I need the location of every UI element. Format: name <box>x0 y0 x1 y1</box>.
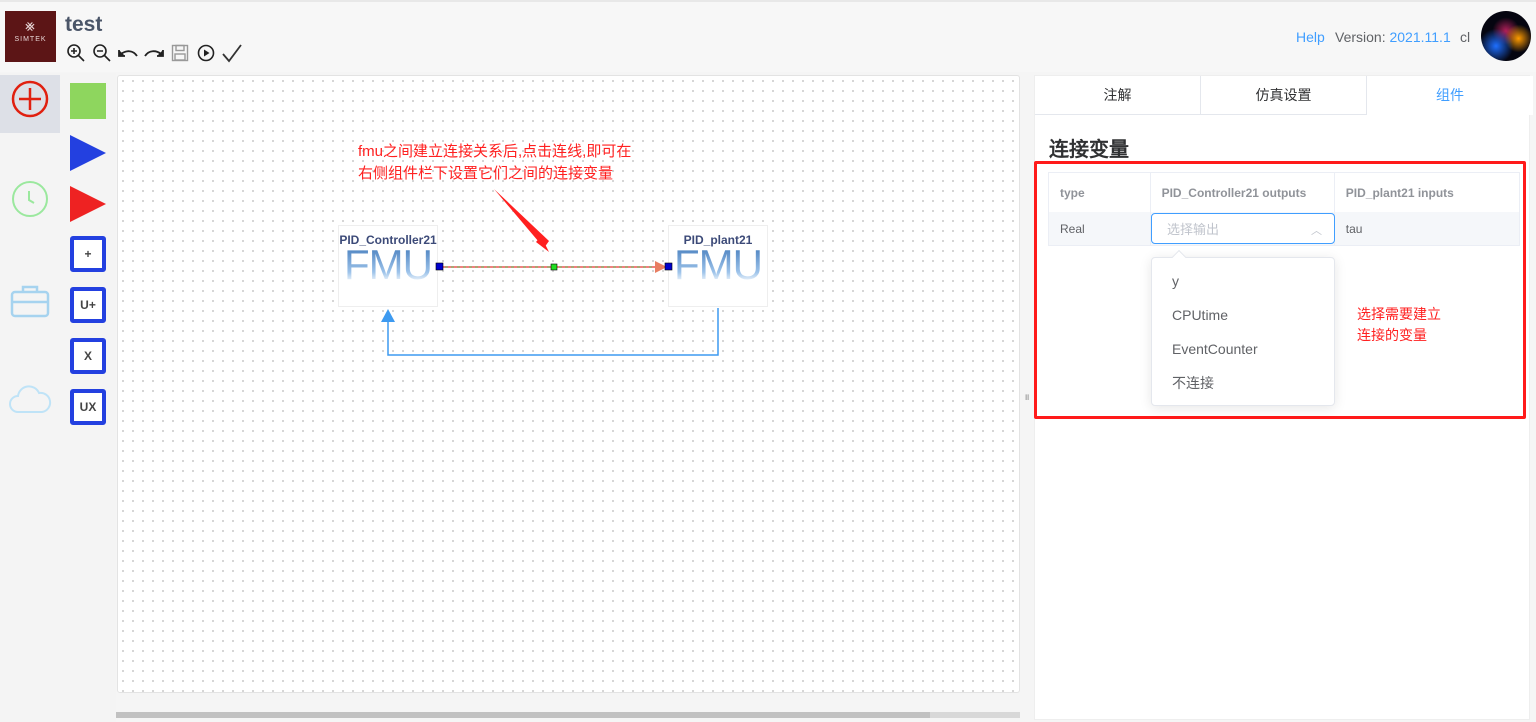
feedback-connection[interactable] <box>387 308 719 356</box>
option-y[interactable]: y <box>1152 264 1334 298</box>
connection-midpoint-handle[interactable] <box>550 263 558 271</box>
canvas-annotation: fmu之间建立连接关系后,点击连线,即可在 右侧组件栏下设置它们之间的连接变量 <box>358 143 632 182</box>
add-box-block[interactable]: + <box>70 236 106 272</box>
output-port[interactable] <box>435 262 444 271</box>
feedback-arrow-icon <box>381 309 395 322</box>
tab-simulation-settings[interactable]: 仿真设置 <box>1201 76 1367 115</box>
panel-annotation: 选择需要建立 连接的变量 <box>1357 306 1441 343</box>
version-number: 2021.11.1 <box>1389 29 1451 45</box>
select-placeholder: 选择输出 <box>1167 222 1220 237</box>
username: cl <box>1460 29 1471 45</box>
zoom-out-icon[interactable] <box>90 42 113 64</box>
check-icon[interactable] <box>220 42 243 64</box>
scrollbar-thumb[interactable] <box>116 712 930 718</box>
option-no-connect[interactable]: 不连接 <box>1152 366 1334 400</box>
blue-triangle-block[interactable] <box>70 135 106 171</box>
avatar[interactable] <box>1481 11 1531 61</box>
panel-splitter[interactable]: ॥ <box>1020 75 1034 720</box>
version-info: Version: 2021.11.1 <box>1335 29 1451 45</box>
red-triangle-block[interactable] <box>70 186 106 222</box>
sidebar <box>0 73 60 722</box>
green-square-block[interactable] <box>70 83 106 119</box>
redo-icon[interactable] <box>142 42 165 64</box>
cell-input: tau <box>1345 221 1363 236</box>
component-palette: + U+ X UX <box>60 73 116 722</box>
connection-table: type PID_Controller21 outputs PID_plant2… <box>1048 172 1520 246</box>
run-icon[interactable] <box>194 42 217 64</box>
version-label: Version: <box>1335 29 1386 45</box>
input-port[interactable] <box>664 262 673 271</box>
option-cputime[interactable]: CPUtime <box>1152 298 1334 332</box>
undo-icon[interactable] <box>116 42 139 64</box>
toolbar <box>64 42 243 64</box>
x-box-block[interactable]: X <box>70 338 106 374</box>
logo-text: SIMTEK <box>14 36 47 43</box>
drag-handle-icon: ॥ <box>1024 392 1030 402</box>
table-row: Real tau 选择输出 ︿ <box>1049 212 1519 245</box>
tab-annotation[interactable]: 注解 <box>1035 76 1201 115</box>
chevron-up-icon: ︿ <box>1311 225 1322 237</box>
clock-icon[interactable] <box>11 180 49 218</box>
cell-type: Real <box>1049 212 1151 245</box>
header-type: type <box>1049 173 1151 212</box>
option-eventcounter[interactable]: EventCounter <box>1152 332 1334 366</box>
panel-title: 连接变量 <box>1049 139 1129 161</box>
tab-components[interactable]: 组件 <box>1367 76 1533 115</box>
header-inputs: PID_plant21 inputs <box>1345 185 1454 200</box>
simtek-logo: ⨳ SIMTEK <box>5 11 56 62</box>
table-header: type PID_Controller21 outputs PID_plant2… <box>1049 173 1519 212</box>
save-icon[interactable] <box>168 42 191 64</box>
ux-box-block[interactable]: UX <box>70 389 106 425</box>
output-dropdown: y CPUtime EventCounter 不连接 <box>1151 249 1335 406</box>
add-icon[interactable] <box>11 80 49 118</box>
header-outputs: PID_Controller21 outputs <box>1151 173 1335 212</box>
uplus-box-block[interactable]: U+ <box>70 287 106 323</box>
project-title: test <box>65 13 103 36</box>
output-select[interactable]: 选择输出 ︿ <box>1151 213 1335 244</box>
cloud-icon[interactable] <box>8 381 52 415</box>
toolbox-icon[interactable] <box>10 283 50 319</box>
zoom-in-icon[interactable] <box>64 42 87 64</box>
help-link[interactable]: Help <box>1296 29 1325 45</box>
